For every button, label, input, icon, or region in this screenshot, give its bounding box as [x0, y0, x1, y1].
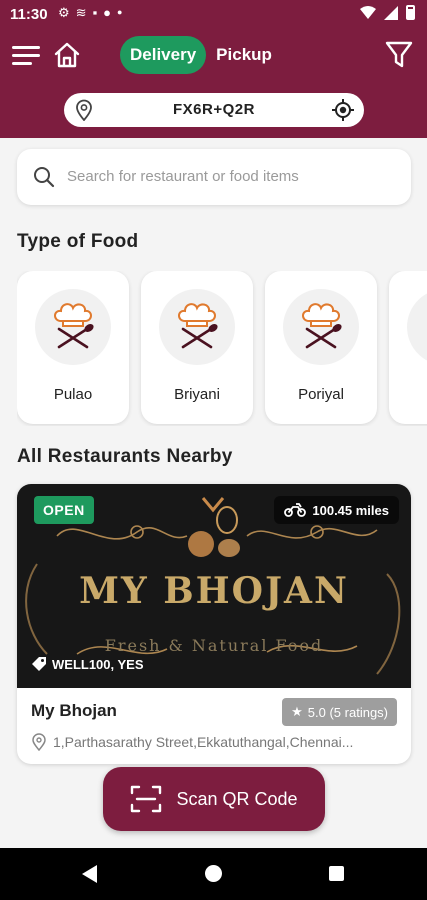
food-type-card-poriyal[interactable]: Poriyal [265, 271, 377, 424]
current-location-icon[interactable] [332, 99, 354, 121]
search-icon [34, 167, 55, 188]
food-type-label: Poriyal [298, 386, 344, 403]
wifi-icon [360, 5, 376, 19]
search-placeholder: Search for restaurant or food items [67, 168, 299, 185]
tab-delivery[interactable]: Delivery [120, 36, 207, 74]
bag-icon: ▪ [92, 5, 98, 20]
offer-text: WELL100, YES [52, 656, 144, 672]
address-text: 1,Parthasarathy Street,Ekkatuthangal,Che… [53, 734, 354, 750]
filter-icon[interactable] [385, 40, 413, 70]
location-pin-icon [32, 733, 46, 751]
motorbike-icon [284, 503, 307, 517]
tab-pickup[interactable]: Pickup [206, 36, 282, 74]
network-icon: ≋ [75, 5, 87, 20]
home-icon[interactable] [52, 40, 82, 70]
location-text: FX6R+Q2R [173, 101, 255, 118]
qr-scan-icon [131, 785, 162, 813]
restaurant-banner-title: MY BHOJAN [79, 570, 349, 612]
food-type-card-pulao[interactable]: Pulao [17, 271, 129, 424]
offer-tag: WELL100, YES [31, 656, 144, 672]
menu-icon[interactable] [12, 46, 40, 66]
status-badge: OPEN [34, 496, 94, 524]
scan-qr-label: Scan QR Code [176, 788, 298, 809]
restaurant-banner: MY BHOJAN Fresh & Natural Food OPEN 100.… [17, 484, 411, 688]
food-type-label: Pulao [53, 386, 93, 403]
chat-icon: ● [103, 5, 112, 20]
app-header: 11:30 ⚙ ≋ ▪ ● ● Delivery Pickup FX6R+Q2R [0, 0, 427, 138]
chef-hat-utensils-icon [54, 303, 94, 349]
signal-icon [384, 5, 398, 20]
food-types-title: Type of Food [17, 231, 139, 252]
recents-button[interactable] [329, 866, 344, 881]
tag-icon [32, 657, 46, 671]
home-button[interactable] [205, 865, 222, 882]
restaurant-banner-subtitle: Fresh & Natural Food [104, 636, 324, 655]
food-type-card-partial[interactable] [389, 271, 427, 424]
location-pin-icon [76, 99, 92, 121]
back-icon[interactable] [80, 864, 98, 884]
chef-hat-utensils-icon [178, 303, 218, 349]
food-type-card-briyani[interactable]: Briyani [141, 271, 253, 424]
chef-hat-utensils-icon [302, 303, 342, 349]
food-type-label: Briyani [174, 386, 220, 403]
location-bar[interactable]: FX6R+Q2R [64, 93, 364, 127]
delivery-mode-toggle: Delivery Pickup [120, 36, 282, 74]
dot-icon: ● [117, 7, 123, 17]
battery-icon [406, 5, 415, 20]
system-navigation-bar [0, 848, 427, 900]
settings-icon: ⚙ [58, 5, 70, 20]
restaurant-address: 1,Parthasarathy Street,Ekkatuthangal,Che… [31, 732, 401, 752]
restaurant-card[interactable]: MY BHOJAN Fresh & Natural Food OPEN 100.… [17, 484, 411, 764]
distance-badge: 100.45 miles [274, 496, 399, 524]
star-icon: ★ [291, 704, 303, 719]
search-bar[interactable]: Search for restaurant or food items [17, 149, 411, 205]
rating-text: 5.0 (5 ratings) [307, 704, 388, 720]
distance-text: 100.45 miles [312, 502, 389, 518]
status-time: 11:30 [10, 6, 48, 23]
scan-qr-button[interactable]: Scan QR Code [103, 767, 325, 831]
food-types-list: Pulao Briyani Poriyal [17, 271, 427, 426]
rating-badge: ★ 5.0 (5 ratings) [282, 698, 397, 726]
restaurants-title: All Restaurants Nearby [17, 446, 233, 467]
restaurant-name: My Bhojan [31, 701, 117, 720]
status-bar: 11:30 ⚙ ≋ ▪ ● ● [0, 0, 427, 28]
